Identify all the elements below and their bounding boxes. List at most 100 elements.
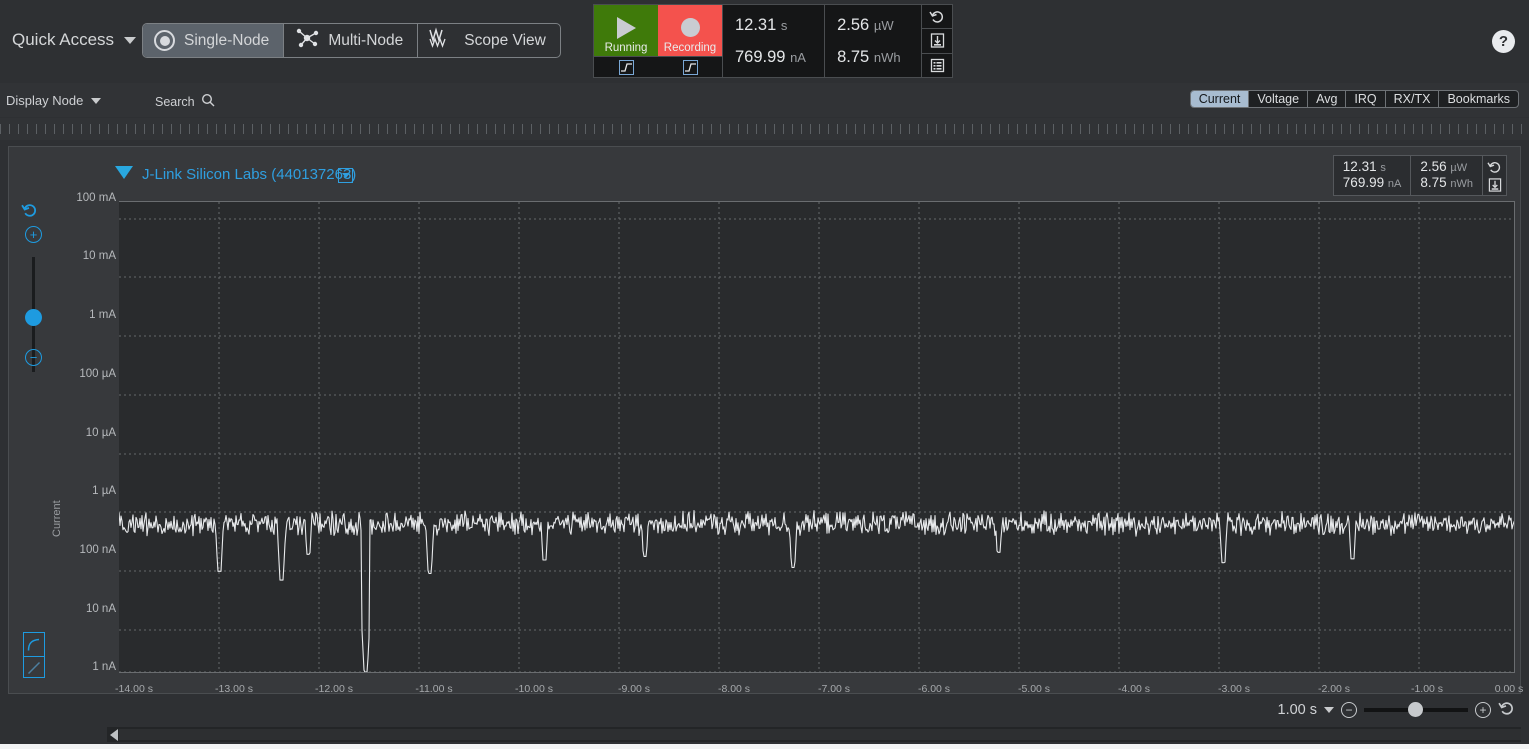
rising-edge-icon (682, 59, 698, 75)
mode-label-single-node: Single-Node (184, 31, 270, 49)
y-tick: 100 nA (79, 544, 116, 556)
x-tick: -9.00 s (617, 683, 651, 695)
mode-button-single-node[interactable]: Single-Node (143, 24, 285, 57)
reset-icon[interactable] (1498, 700, 1515, 720)
run-control-column: Running Recording (594, 5, 722, 77)
log-icon[interactable] (922, 54, 952, 77)
quick-access-menu[interactable]: Quick Access (12, 30, 137, 50)
mode-button-scope-view[interactable]: Scope View (418, 24, 560, 57)
scrollbar-thumb[interactable] (119, 729, 1521, 740)
tab-current[interactable]: Current (1190, 91, 1250, 107)
overlay-power-unit: µW (1450, 162, 1468, 174)
y-tick: 10 nA (85, 603, 116, 615)
power-profiler-window: Quick Access Single-Node Multi-Node Scop… (0, 0, 1529, 749)
vertical-zoom-in-button[interactable]: + (25, 226, 42, 243)
power-energy-stats: 2.56 µW 8.75 nWh (824, 5, 921, 77)
x-tick: -10.00 s (515, 683, 553, 695)
overlay-power-stat: 2.56 µW (1420, 159, 1473, 174)
panel-action-icons (921, 5, 952, 77)
time-current-stats: 12.31 s 769.99 nA (722, 5, 824, 77)
reset-icon[interactable] (21, 202, 38, 223)
scope-view-icon (429, 27, 455, 54)
x-tick: -3.00 s (1217, 683, 1251, 695)
overlay-power-energy: 2.56 µW 8.75 nWh (1411, 156, 1483, 195)
overlay-time-value: 12.31 (1342, 159, 1377, 174)
trigger-edge-button-2[interactable] (658, 56, 722, 77)
y-tick: 10 mA (82, 250, 116, 262)
tab-rxtx[interactable]: RX/TX (1386, 91, 1440, 107)
chevron-down-icon[interactable] (1324, 707, 1334, 713)
vertical-zoom-out-button[interactable]: − (25, 349, 42, 366)
current-waveform-plot[interactable] (119, 201, 1515, 673)
y-axis-ticks: 100 mA 10 mA 1 mA 100 µA 10 µA 1 µA 100 … (64, 187, 116, 673)
save-icon[interactable] (1487, 176, 1502, 193)
view-mode-group: Single-Node Multi-Node Scope View (142, 23, 561, 58)
display-node-menu[interactable]: Display Node (6, 93, 102, 108)
zoom-slider-track[interactable] (1364, 702, 1468, 717)
multi-node-icon (295, 27, 319, 54)
elapsed-time-unit: s (780, 17, 788, 33)
y-tick: 100 mA (76, 192, 116, 204)
recording-label: Recording (663, 42, 717, 54)
search-icon (201, 93, 215, 110)
current-stat: 769.99 nA (735, 48, 824, 67)
chart-stats-overlay: 12.31 s 769.99 nA 2.56 µW 8.75 nWh (1332, 155, 1507, 196)
search-control[interactable]: Search (155, 93, 215, 110)
zoom-slider-handle[interactable] (1408, 702, 1423, 717)
chart-header: J-Link Silicon Labs (440137263) 12.31 s … (9, 147, 1520, 199)
horizontal-zoom-control: 1.00 s − + (1278, 700, 1516, 720)
zoom-out-button[interactable]: − (1341, 702, 1357, 718)
overlay-time-unit: s (1380, 162, 1386, 174)
reset-icon[interactable] (922, 5, 952, 30)
x-tick: -7.00 s (817, 683, 851, 695)
horizontal-scrollbar[interactable] (107, 727, 1521, 742)
running-label: Running (604, 42, 648, 54)
vertical-zoom-slider-handle[interactable] (25, 309, 42, 326)
linear-scale-icon[interactable] (24, 656, 44, 679)
tab-avg[interactable]: Avg (1308, 91, 1347, 107)
power-value: 2.56 (837, 15, 870, 34)
running-button[interactable]: Running (594, 5, 658, 56)
signal-tab-group: Current Voltage Avg IRQ RX/TX Bookmarks (1189, 90, 1519, 108)
y-axis-title: Current (51, 500, 63, 537)
node-dropdown-icon[interactable] (338, 168, 353, 183)
single-node-icon (154, 30, 175, 51)
energy-stat: 8.75 nWh (837, 48, 921, 67)
y-tick: 100 µA (79, 368, 116, 380)
mode-button-multi-node[interactable]: Multi-Node (284, 24, 419, 57)
elapsed-time-value: 12.31 (735, 15, 777, 34)
node-title: J-Link Silicon Labs (440137263) (142, 166, 357, 183)
tab-irq[interactable]: IRQ (1346, 91, 1386, 107)
reset-icon[interactable] (1487, 158, 1502, 175)
rising-edge-icon (618, 59, 634, 75)
tab-voltage[interactable]: Voltage (1249, 91, 1309, 107)
y-tick: 10 µA (85, 427, 116, 439)
zoom-in-button[interactable]: + (1475, 702, 1491, 718)
help-icon[interactable]: ? (1492, 30, 1515, 53)
vertical-zoom-control: + − (19, 202, 49, 522)
collapse-triangle-icon[interactable] (115, 166, 133, 179)
scale-mode-toggle (23, 632, 45, 678)
timeline-ruler[interactable] (0, 118, 1529, 140)
mode-label-scope-view: Scope View (464, 31, 546, 49)
chevron-down-icon (124, 36, 137, 44)
overlay-current-value: 769.99 (1342, 175, 1385, 190)
chevron-down-icon (91, 97, 102, 104)
x-tick: -14.00 s (115, 683, 153, 695)
overlay-action-icons (1483, 156, 1506, 195)
overlay-time-stat: 12.31 s (1343, 159, 1402, 174)
grid-lines (119, 202, 1514, 672)
overlay-energy-stat: 8.75 nWh (1420, 175, 1473, 190)
recording-button[interactable]: Recording (658, 5, 722, 56)
energy-unit: nWh (873, 49, 901, 65)
energy-value: 8.75 (837, 47, 870, 66)
log-scale-icon[interactable] (24, 633, 44, 656)
record-icon (680, 18, 700, 37)
tab-bookmarks[interactable]: Bookmarks (1439, 91, 1518, 107)
trigger-edge-button-1[interactable] (594, 56, 658, 77)
overlay-energy-value: 8.75 (1420, 175, 1447, 190)
scroll-left-icon[interactable] (110, 728, 118, 741)
zoom-level-value[interactable]: 1.00 s (1278, 702, 1318, 718)
x-tick: -1.00 s (1410, 683, 1444, 695)
save-icon[interactable] (922, 29, 952, 54)
